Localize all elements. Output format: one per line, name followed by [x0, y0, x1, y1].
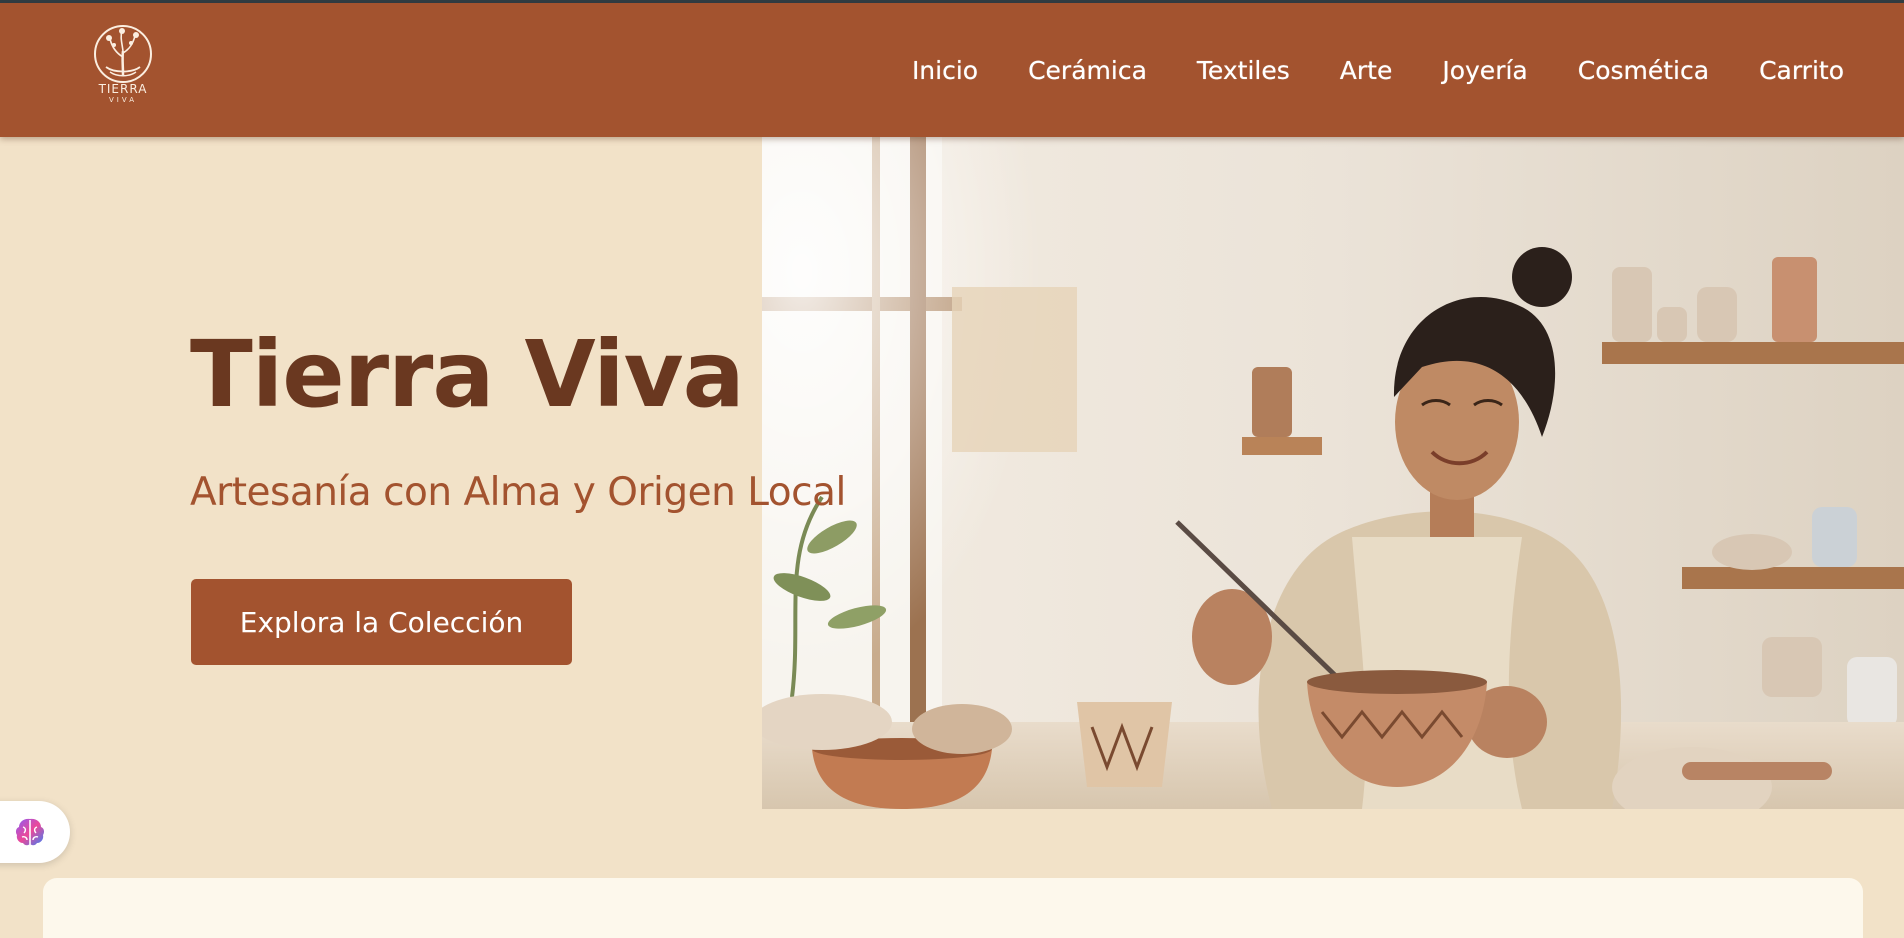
tree-logo-icon	[94, 25, 152, 83]
nav-cosmetica[interactable]: Cosmética	[1578, 56, 1709, 85]
hero-title: Tierra Viva	[190, 321, 745, 428]
logo-name-text: TIERRA	[98, 82, 148, 96]
logo[interactable]: TIERRA VIVA	[90, 23, 156, 115]
nav-ceramica[interactable]: Cerámica	[1028, 56, 1147, 85]
brain-icon	[15, 818, 45, 846]
site-header: TIERRA VIVA Inicio Cerámica Textiles Art…	[0, 3, 1904, 137]
explore-collection-button[interactable]: Explora la Colección	[191, 579, 572, 665]
hero-subtitle: Artesanía con Alma y Origen Local	[190, 470, 846, 515]
assistant-widget-button[interactable]	[0, 801, 70, 863]
nav-textiles[interactable]: Textiles	[1197, 56, 1290, 85]
content-card	[43, 878, 1863, 938]
logo-subtitle-text: VIVA	[109, 96, 137, 104]
nav-joyeria[interactable]: Joyería	[1442, 56, 1527, 85]
main-nav: Inicio Cerámica Textiles Arte Joyería Co…	[862, 3, 1844, 137]
nav-carrito[interactable]: Carrito	[1759, 56, 1844, 85]
artisan-potter-photo-icon	[762, 137, 1904, 809]
nav-inicio[interactable]: Inicio	[912, 56, 978, 85]
hero-image	[762, 137, 1904, 809]
nav-arte[interactable]: Arte	[1340, 56, 1393, 85]
